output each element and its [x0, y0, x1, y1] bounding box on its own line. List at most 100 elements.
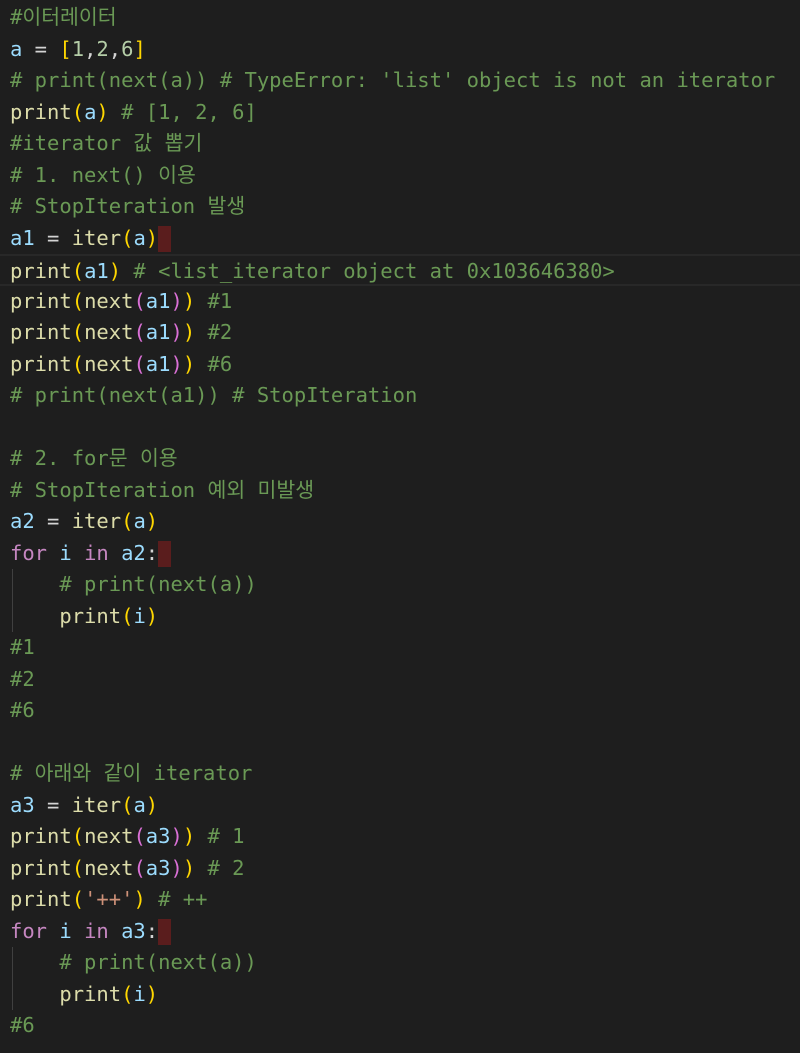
code-token: , [108, 36, 122, 61]
code-token: ] [133, 36, 146, 61]
code-token: #iterator 값 뽑기 [10, 131, 203, 155]
code-line[interactable]: for i in a2: [0, 538, 800, 570]
code-token: i [133, 603, 146, 628]
code-token: a3 [145, 824, 171, 848]
cursor-marker [158, 225, 172, 252]
code-line[interactable]: print(next(a1)) #6 [0, 349, 800, 381]
code-line[interactable]: print('++') # ++ [0, 884, 800, 916]
code-token: : [145, 918, 159, 943]
code-token: #이터레이터 [10, 5, 117, 29]
code-line[interactable]: # 2. for문 이용 [0, 443, 800, 475]
code-line[interactable]: # 1. next() 이용 [0, 160, 800, 192]
code-token: a3 [145, 855, 171, 880]
code-line[interactable]: a3 = iter(a) [0, 790, 800, 822]
code-line[interactable]: print(next(a1)) #1 [0, 286, 800, 318]
code-token: ) [145, 225, 159, 250]
code-token: print [59, 981, 122, 1006]
code-line[interactable]: #6 [0, 1010, 800, 1042]
code-token: ( [71, 288, 85, 313]
code-line[interactable]: print(next(a3)) # 1 [0, 821, 800, 853]
code-token: i [133, 981, 146, 1006]
code-token: for [10, 540, 48, 565]
code-token: ( [133, 855, 146, 880]
code-line[interactable]: # StopIteration 발생 [0, 191, 800, 223]
code-token: a1 [145, 320, 171, 344]
code-line[interactable]: #2 [0, 664, 800, 696]
code-token: next [84, 320, 134, 344]
code-token: iter [71, 225, 122, 250]
code-line[interactable]: a1 = iter(a) [0, 223, 800, 255]
code-line[interactable]: # print(next(a)) # TypeError: 'list' obj… [0, 65, 800, 97]
code-token: a [84, 99, 97, 124]
code-token: print [10, 288, 72, 313]
code-token: ( [71, 320, 85, 344]
code-token: ) [170, 320, 183, 344]
code-token: print [10, 887, 72, 911]
code-token: print [10, 259, 72, 283]
code-token: #1 [10, 635, 35, 659]
code-editor[interactable]: #이터레이터 a = [1,2,6] # print(next(a)) # Type… [0, 0, 800, 1053]
code-line[interactable]: a2 = iter(a) [0, 506, 800, 538]
code-token: a [133, 792, 146, 817]
code-line[interactable]: #1 [0, 632, 800, 664]
code-line[interactable]: # print(next(a)) [0, 947, 800, 979]
code-line[interactable]: # 아래와 같이 iterator [0, 758, 800, 790]
code-token: print [10, 351, 72, 376]
code-token: ) [182, 288, 196, 313]
code-token: in [84, 540, 109, 565]
code-line[interactable]: # StopIteration 예외 미발생 [0, 475, 800, 507]
code-token: print [10, 99, 72, 124]
code-token: print [59, 603, 122, 628]
code-line[interactable]: print(i) [0, 979, 800, 1011]
code-token: ) [145, 509, 159, 533]
code-token: iter [71, 792, 122, 817]
code-token: ) [170, 288, 183, 313]
code-token: a [133, 509, 146, 533]
code-token: ( [71, 99, 85, 124]
code-line[interactable]: print(i) [0, 601, 800, 633]
code-line[interactable]: for i in a3: [0, 916, 800, 948]
code-line[interactable]: print(a1) # <list_iterator object at 0x1… [0, 254, 800, 286]
code-line[interactable]: print(next(a1)) #2 [0, 317, 800, 349]
code-token: 2 [96, 36, 109, 61]
code-token: # 1. next() 이용 [10, 162, 196, 187]
code-token: '++' [84, 887, 134, 911]
code-line[interactable]: # print(next(a)) [0, 569, 800, 601]
code-token: # 아래와 같이 iterator [10, 761, 253, 785]
code-token: # [1, 2, 6] [108, 99, 257, 124]
code-token: # StopIteration 예외 미발생 [10, 477, 315, 502]
code-token: ( [71, 351, 85, 376]
code-line[interactable]: a = [1,2,6] [0, 34, 800, 66]
code-line[interactable]: print(next(a3)) # 2 [0, 853, 800, 885]
code-token: ) [108, 259, 122, 283]
code-token: # print(next(a)) # TypeError: 'list' obj… [10, 68, 776, 92]
code-token: 6 [121, 36, 134, 61]
code-token: next [84, 288, 134, 313]
code-token: ( [121, 225, 134, 250]
code-line[interactable]: # print(next(a1)) # StopIteration [0, 380, 800, 412]
code-line[interactable] [0, 412, 800, 444]
code-line[interactable]: #이터레이터 [0, 2, 800, 34]
code-token: # ++ [145, 887, 208, 911]
code-token: #6 [195, 351, 233, 376]
code-token: #6 [10, 1013, 35, 1037]
code-token: ) [170, 351, 183, 376]
code-token: ) [182, 824, 196, 848]
code-token: ) [170, 855, 183, 880]
cursor-marker [158, 540, 172, 567]
code-line[interactable]: #6 [0, 695, 800, 727]
code-token: print [10, 824, 72, 848]
code-line[interactable]: print(a) # [1, 2, 6] [0, 97, 800, 129]
code-token: # print(next(a)) [10, 572, 257, 596]
code-line[interactable] [0, 727, 800, 759]
code-token: a1 [84, 259, 109, 283]
indent-guide [12, 569, 13, 632]
code-token: [ [59, 36, 72, 61]
code-token: ( [133, 288, 146, 313]
code-line[interactable]: #iterator 값 뽑기 [0, 128, 800, 160]
code-token: next [84, 855, 134, 880]
